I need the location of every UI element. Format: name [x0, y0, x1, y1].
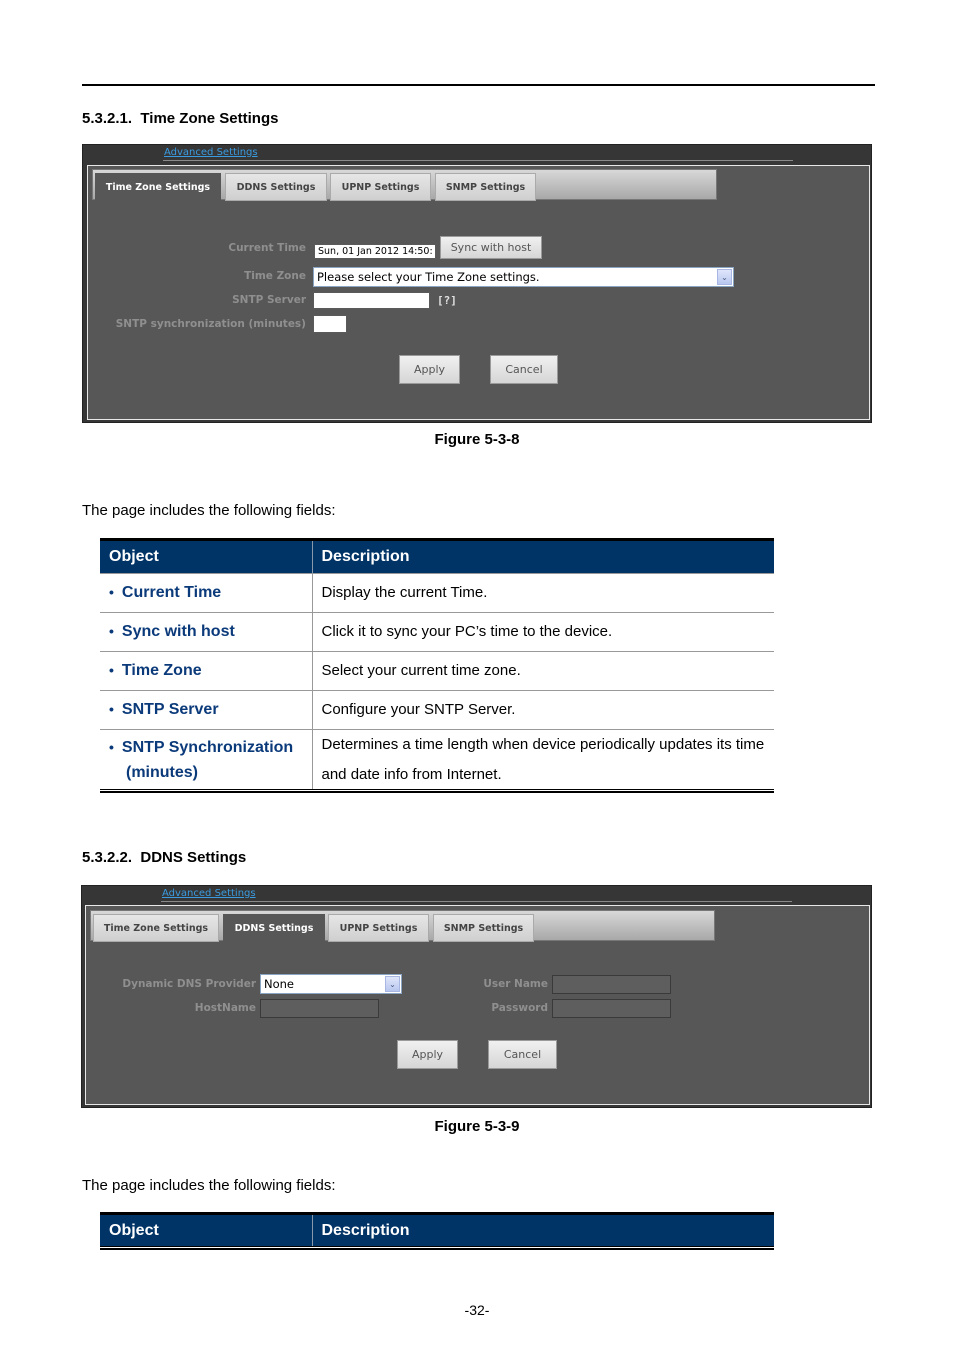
bullet-icon: •	[109, 583, 114, 600]
username-label: User Name	[483, 978, 548, 990]
section-number: 5.3.2.1.	[82, 110, 133, 127]
chevron-down-icon[interactable]: ⌄	[717, 269, 732, 285]
page-number: -32-	[464, 1302, 490, 1318]
hostname-input[interactable]	[260, 999, 379, 1018]
figure-caption: Figure 5-3-8	[434, 431, 520, 448]
time-zone-fields-table: Object Description • Current Time Display…	[100, 541, 774, 790]
intro-text: The page includes the following fields:	[82, 502, 336, 519]
intro-text: The page includes the following fields:	[82, 1177, 336, 1194]
object-cell: • Current Time	[100, 572, 312, 612]
sntp-sync-input[interactable]	[313, 315, 347, 333]
object-cell: • Sync with host	[100, 611, 312, 651]
description-cell: Display the current Time.	[311, 572, 774, 612]
settings-panel: Time Zone Settings DDNS Settings UPNP Se…	[87, 165, 870, 420]
header-rule	[82, 84, 875, 86]
table-bottom-rule	[100, 789, 774, 793]
description-cell: Select your current time zone.	[311, 650, 774, 690]
settings-panel: Time Zone Settings DDNS Settings UPNP Se…	[85, 905, 870, 1105]
header-object: Object	[100, 541, 312, 573]
apply-button[interactable]: Apply	[399, 355, 460, 384]
bullet-icon: •	[109, 700, 114, 717]
table-header-row: Object Description	[100, 541, 774, 573]
ddns-provider-label: Dynamic DNS Provider	[122, 978, 256, 990]
sntp-sync-label: SNTP synchronization (minutes)	[115, 318, 306, 330]
table-row: • Time Zone Select your current time zone…	[100, 650, 774, 690]
tab-bar: Time Zone Settings DDNS Settings UPNP Se…	[92, 169, 717, 202]
ddns-fields-table: Object Description	[100, 1215, 774, 1247]
tab-snmp-settings[interactable]: SNMP Settings	[435, 173, 536, 201]
sntp-help-link[interactable]: [?]	[437, 294, 457, 307]
table-row: • SNTP Synchronization (minutes) Determin…	[100, 728, 774, 790]
ddns-provider-selected-value: None	[264, 977, 295, 991]
cancel-button[interactable]: Cancel	[488, 1040, 557, 1069]
time-zone-selected-value: Please select your Time Zone settings.	[317, 270, 540, 284]
bullet-icon: •	[109, 622, 114, 639]
figure-caption: Figure 5-3-9	[434, 1118, 520, 1135]
description-cell: Configure your SNTP Server.	[311, 689, 774, 729]
tab-ddns-settings[interactable]: DDNS Settings	[223, 914, 325, 943]
tab-snmp-settings[interactable]: SNMP Settings	[433, 914, 534, 942]
tab-bar: Time Zone Settings DDNS Settings UPNP Se…	[90, 910, 715, 943]
table-bottom-rule	[100, 1246, 774, 1250]
object-cell: • SNTP Synchronization (minutes)	[100, 728, 312, 790]
sntp-server-input[interactable]	[313, 292, 430, 309]
header-description: Description	[311, 1215, 774, 1247]
object-name: SNTP Synchronization (minutes)	[121, 738, 294, 781]
table-header-row: Object Description	[100, 1215, 774, 1247]
header-object: Object	[100, 1215, 312, 1247]
header-description: Description	[311, 541, 774, 573]
breadcrumb-advanced-settings[interactable]: Advanced Settings	[162, 888, 256, 899]
object-cell: • Time Zone	[100, 650, 312, 690]
tab-ddns-settings[interactable]: DDNS Settings	[225, 173, 327, 201]
object-name: Sync with host	[121, 622, 235, 640]
time-zone-label: Time Zone	[244, 270, 306, 282]
current-time-field: Sun, 01 Jan 2012 14:50:	[314, 244, 436, 259]
chevron-down-icon[interactable]: ⌄	[385, 976, 400, 992]
tab-time-zone-settings[interactable]: Time Zone Settings	[93, 914, 219, 942]
section-heading-ddns: 5.3.2.2. DDNS Settings	[82, 849, 246, 866]
password-input[interactable]	[552, 999, 671, 1018]
table-row: • Current Time Display the current Time.	[100, 572, 774, 612]
breadcrumb-rule	[161, 901, 792, 902]
sntp-server-label: SNTP Server	[232, 294, 306, 306]
ddns-provider-select[interactable]: None ⌄	[260, 974, 402, 994]
section-title: Time Zone Settings	[140, 110, 279, 127]
time-zone-select[interactable]: Please select your Time Zone settings. ⌄	[313, 267, 734, 287]
bullet-icon: •	[109, 661, 114, 678]
time-zone-settings-screenshot: Advanced Settings Time Zone Settings DDN…	[82, 144, 872, 423]
username-input[interactable]	[552, 975, 671, 994]
password-label: Password	[491, 1002, 548, 1014]
table-row: • Sync with host Click it to sync your PC…	[100, 611, 774, 651]
section-number: 5.3.2.2.	[82, 849, 133, 866]
object-cell: • SNTP Server	[100, 689, 312, 729]
tab-time-zone-settings[interactable]: Time Zone Settings	[95, 173, 221, 202]
current-time-label: Current Time	[228, 242, 306, 254]
ddns-settings-screenshot: Advanced Settings Time Zone Settings DDN…	[81, 885, 872, 1108]
description-cell: Click it to sync your PC’s time to the d…	[311, 611, 774, 651]
object-name: Current Time	[121, 583, 222, 601]
table-row: • SNTP Server Configure your SNTP Server.	[100, 689, 774, 729]
tab-upnp-settings[interactable]: UPNP Settings	[330, 173, 431, 201]
description-cell: Determines a time length when device per…	[311, 728, 774, 790]
section-heading-time-zone: 5.3.2.1. Time Zone Settings	[82, 110, 278, 127]
hostname-label: HostName	[194, 1002, 256, 1014]
breadcrumb-advanced-settings[interactable]: Advanced Settings	[164, 147, 258, 158]
apply-button[interactable]: Apply	[397, 1040, 458, 1069]
object-name: SNTP Server	[121, 700, 219, 718]
breadcrumb-rule	[163, 160, 793, 161]
object-name: Time Zone	[121, 661, 202, 679]
section-title: DDNS Settings	[140, 849, 247, 866]
bullet-icon: •	[109, 738, 114, 755]
tab-upnp-settings[interactable]: UPNP Settings	[328, 914, 429, 942]
cancel-button[interactable]: Cancel	[490, 355, 558, 384]
sync-with-host-button[interactable]: Sync with host	[440, 236, 542, 259]
